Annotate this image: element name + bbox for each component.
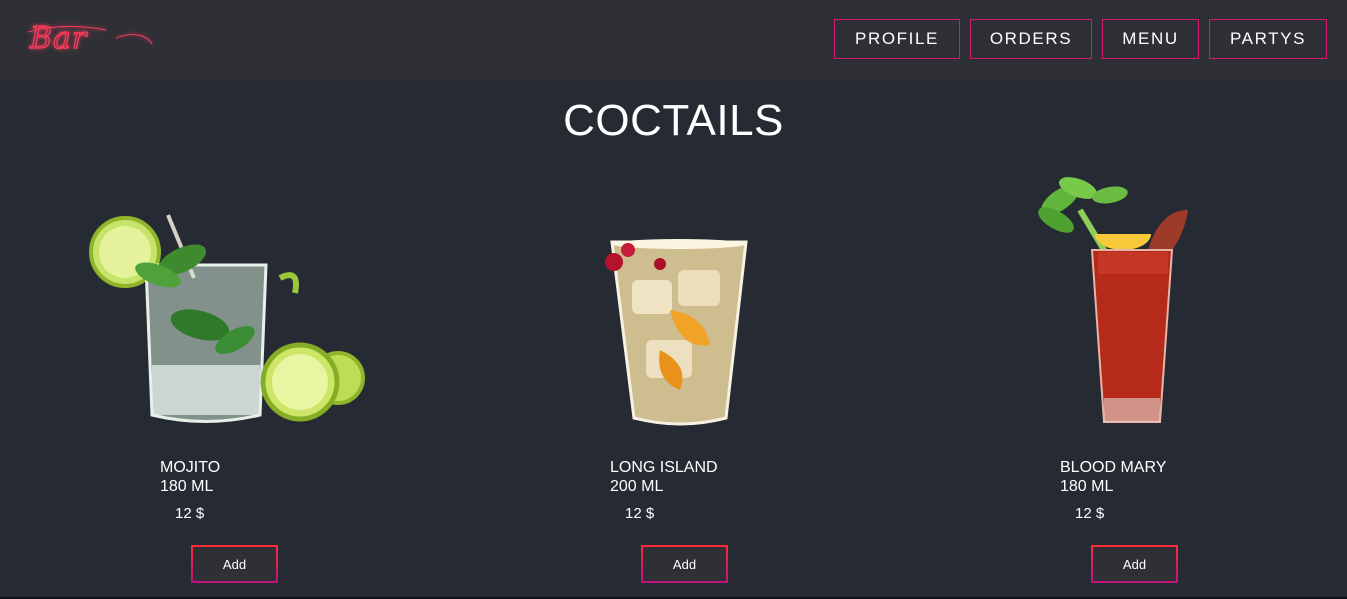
bar-neon-logo[interactable]: Bar: [26, 18, 156, 58]
product-volume: 200 ML: [610, 478, 664, 495]
add-to-order-button[interactable]: Add: [191, 545, 278, 583]
nav-orders-button[interactable]: ORDERS: [970, 19, 1092, 59]
product-name: LONG ISLAND: [610, 459, 718, 476]
product-card-mojito: MOJITO 180 ML 12 $ Add: [70, 160, 430, 590]
product-card-long-island: LONG ISLAND 200 ML 12 $ Add: [520, 160, 880, 590]
nav-menu-button[interactable]: MENU: [1102, 19, 1199, 59]
nav-partys-button[interactable]: PARTYS: [1209, 19, 1327, 59]
product-name: BLOOD MARY: [1060, 459, 1167, 476]
product-price: 12 $: [625, 505, 655, 522]
product-card-blood-mary: BLOOD MARY 180 ML 12 $ Add: [970, 160, 1330, 590]
bloody-mary-glass-icon: [1038, 177, 1188, 423]
product-volume: 180 ML: [160, 478, 214, 495]
mojito-glass-icon: [89, 214, 365, 423]
add-to-order-button[interactable]: Add: [641, 545, 728, 583]
long-island-glass-icon: [605, 239, 748, 426]
top-navigation-bar: Bar PROFILE ORDERS MENU PARTYS: [0, 0, 1347, 80]
product-volume: 180 ML: [1060, 478, 1114, 495]
nav-profile-button[interactable]: PROFILE: [834, 19, 960, 59]
main-navigation: PROFILE ORDERS MENU PARTYS: [834, 19, 1327, 59]
product-price: 12 $: [175, 505, 205, 522]
product-name: MOJITO: [160, 459, 221, 476]
logo-text: Bar: [29, 21, 88, 56]
page-title: COCTAILS: [563, 96, 784, 145]
product-price: 12 $: [1075, 505, 1105, 522]
add-to-order-button[interactable]: Add: [1091, 545, 1178, 583]
